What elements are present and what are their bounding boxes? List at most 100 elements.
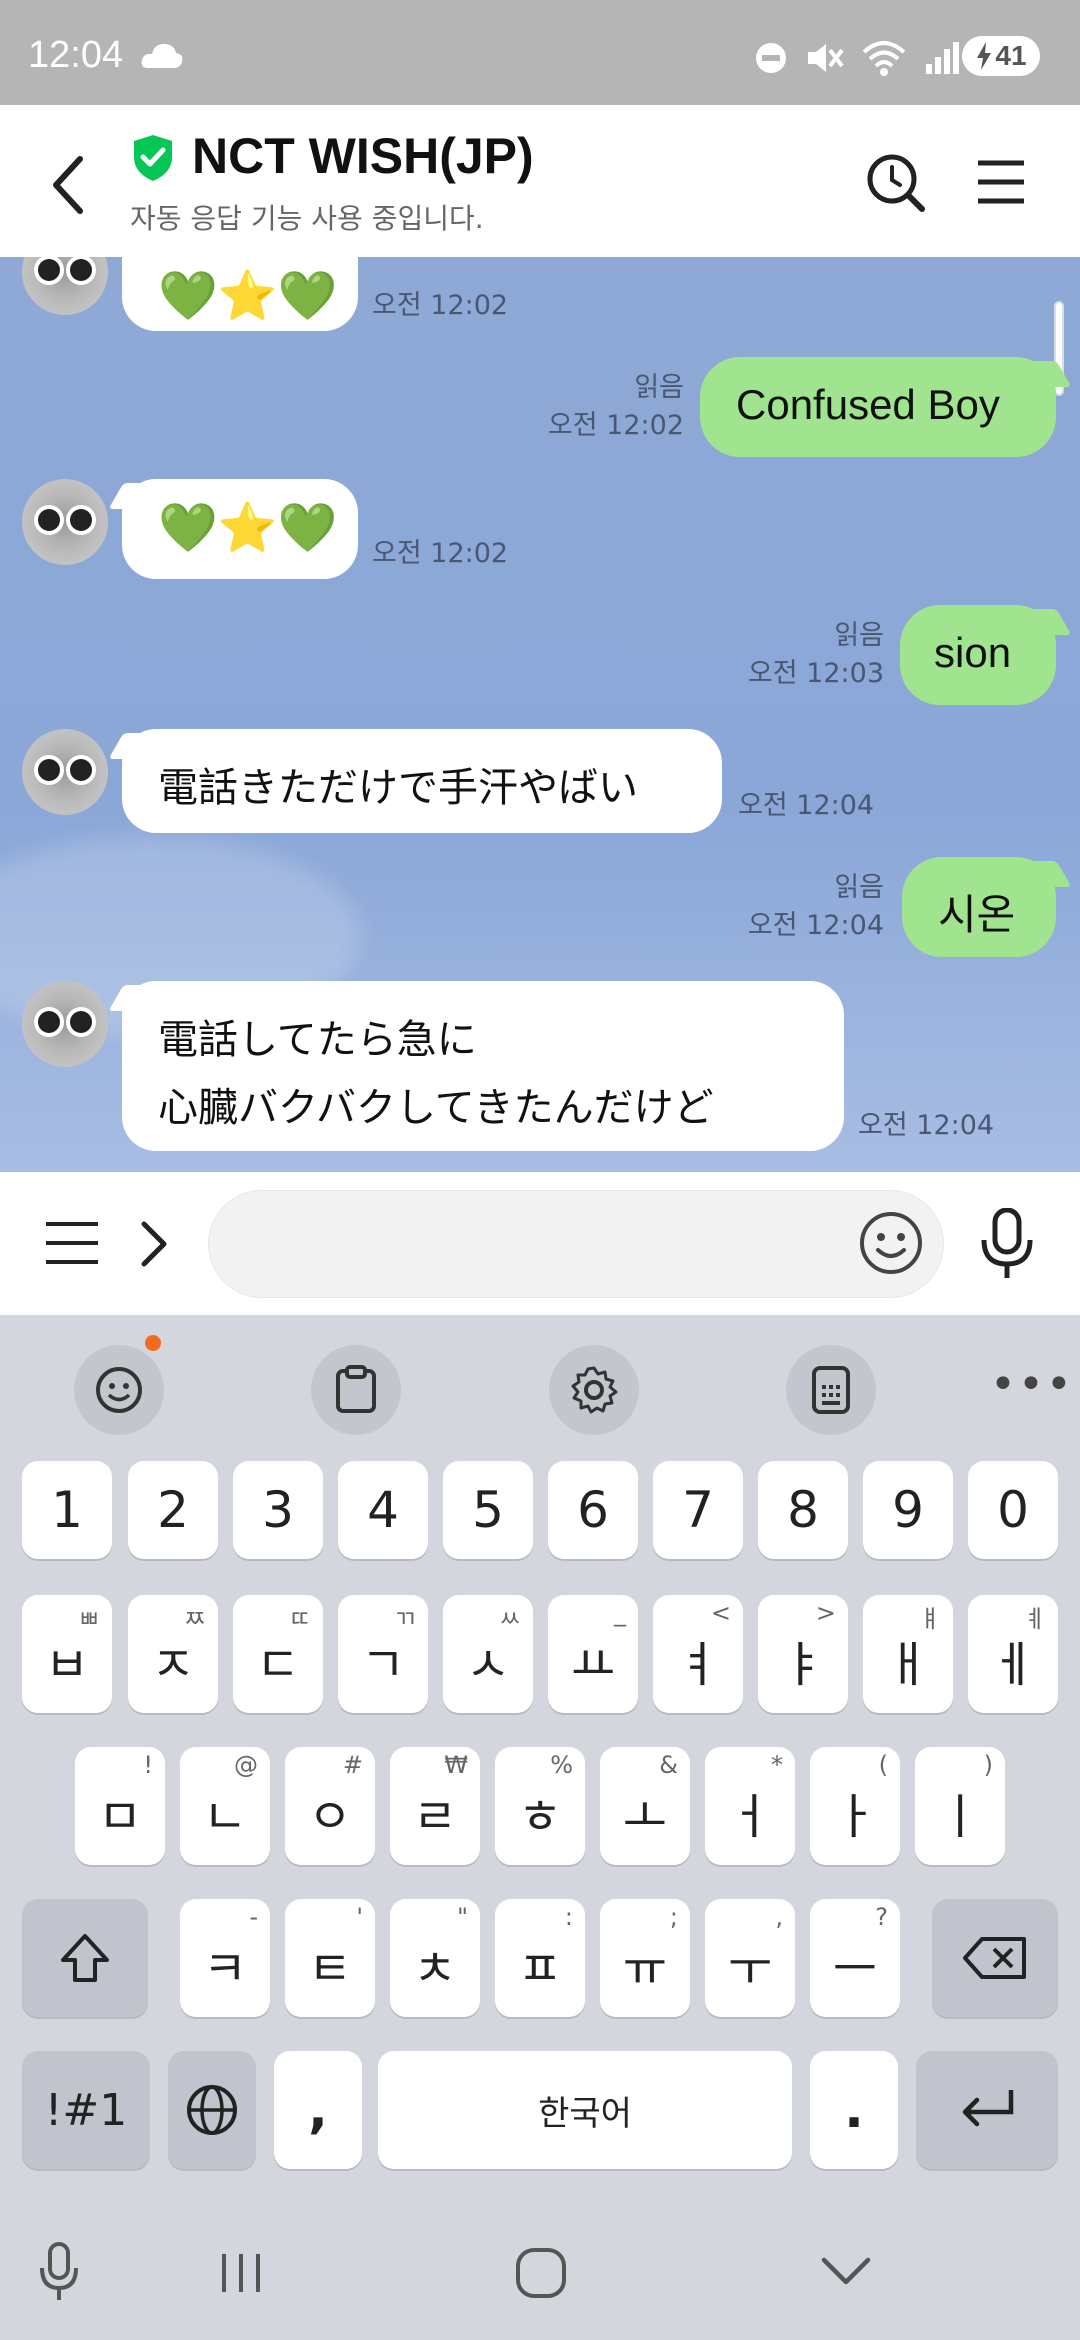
key-chieut[interactable]: " ㅊ xyxy=(390,1899,480,2017)
key-9[interactable]: 9 xyxy=(863,1461,953,1559)
key-yeo[interactable]: < ㅕ xyxy=(653,1595,743,1713)
message-time: 오전 12:02 xyxy=(547,410,684,441)
key-nieun[interactable]: @ ㄴ xyxy=(180,1747,270,1865)
key-rieul[interactable]: ₩ ㄹ xyxy=(390,1747,480,1865)
sender-avatar[interactable] xyxy=(22,981,108,1067)
more-options-icon[interactable]: ••• xyxy=(990,1359,1074,1410)
key-a[interactable]: (ㅏ xyxy=(810,1747,900,1865)
home-icon[interactable] xyxy=(514,2246,568,2300)
key-1[interactable]: 1 xyxy=(22,1461,112,1559)
enter-key[interactable] xyxy=(916,2051,1058,2169)
read-receipt: 읽음 xyxy=(834,620,884,651)
chat-message-list[interactable]: 💚⭐💚 오전 12:02 읽음 오전 12:02 Confused Boy 💚⭐… xyxy=(0,257,1080,1172)
microphone-icon[interactable] xyxy=(976,1208,1038,1280)
status-icons xyxy=(754,38,960,78)
key-jieut[interactable]: ㅉㅈ xyxy=(128,1595,218,1713)
key-4[interactable]: 4 xyxy=(338,1461,428,1559)
chevron-right-icon[interactable] xyxy=(134,1216,174,1272)
key-5[interactable]: 5 xyxy=(443,1461,533,1559)
shift-key[interactable] xyxy=(22,1899,148,2017)
comma-key[interactable]: , xyxy=(274,2051,362,2169)
battery-indicator: 41 xyxy=(962,36,1040,76)
key-0[interactable]: 0 xyxy=(968,1461,1058,1559)
key-u[interactable]: ,ㅜ xyxy=(705,1899,795,2017)
message-time: 오전 12:03 xyxy=(747,658,884,689)
message-bubble-outgoing[interactable]: sion xyxy=(900,605,1056,705)
key-7[interactable]: 7 xyxy=(653,1461,743,1559)
voice-input-icon[interactable] xyxy=(36,2242,82,2304)
cloud-notification-icon xyxy=(141,44,183,68)
key-tieut[interactable]: ' ㅌ xyxy=(285,1899,375,2017)
key-giyeok[interactable]: ㄲㄱ xyxy=(338,1595,428,1713)
key-yu[interactable]: ; ㅠ xyxy=(600,1899,690,2017)
message-bubble-outgoing[interactable]: Confused Boy xyxy=(700,357,1056,457)
key-bieup[interactable]: ㅃㅂ xyxy=(22,1595,112,1713)
message-bubble-incoming[interactable]: 💚⭐💚 xyxy=(122,257,358,331)
key-yo[interactable]: _ ㅛ xyxy=(548,1595,638,1713)
key-eu[interactable]: ? ㅡ xyxy=(810,1899,900,2017)
key-eo[interactable]: * ㅓ xyxy=(705,1747,795,1865)
key-o[interactable]: & ㅗ xyxy=(600,1747,690,1865)
sender-avatar[interactable] xyxy=(22,479,108,565)
key-i[interactable]: ) ㅣ xyxy=(915,1747,1005,1865)
kb-one-handed-button[interactable] xyxy=(786,1345,876,1435)
recent-apps-icon[interactable] xyxy=(216,2250,266,2296)
sender-avatar[interactable] xyxy=(22,257,108,315)
key-hieut[interactable]: % ㅎ xyxy=(495,1747,585,1865)
status-bar: 12:04 41 xyxy=(0,0,1080,105)
charging-icon xyxy=(977,42,992,70)
key-pieup[interactable]: :ㅍ xyxy=(495,1899,585,2017)
key-2[interactable]: 2 xyxy=(128,1461,218,1559)
message-time: 오전 12:02 xyxy=(372,290,509,321)
hamburger-menu-icon[interactable] xyxy=(974,155,1028,209)
read-receipt: 읽음 xyxy=(634,372,684,403)
back-arrow-icon[interactable] xyxy=(40,145,100,225)
backspace-icon xyxy=(963,1937,1026,1979)
backspace-key[interactable] xyxy=(932,1899,1058,2017)
attachments-menu-icon[interactable] xyxy=(44,1218,100,1268)
kb-settings-button[interactable] xyxy=(549,1345,639,1435)
hide-keyboard-icon[interactable] xyxy=(818,2252,874,2292)
key-digeut[interactable]: ㄸㄷ xyxy=(233,1595,323,1713)
key-8[interactable]: 8 xyxy=(758,1461,848,1559)
gear-icon xyxy=(571,1366,618,1414)
symbols-key[interactable]: !#1 xyxy=(22,2051,150,2169)
keypad-icon xyxy=(812,1366,850,1414)
cell-signal-icon xyxy=(926,42,959,74)
space-key[interactable]: 한국어 xyxy=(378,2051,792,2169)
wifi-icon xyxy=(862,41,906,76)
key-mieum[interactable]: ! ㅁ xyxy=(75,1747,165,1865)
battery-level: 41 xyxy=(995,40,1027,71)
kb-emoji-button[interactable] xyxy=(74,1345,164,1435)
status-time: 12:04 xyxy=(28,34,124,76)
message-input[interactable] xyxy=(208,1190,944,1298)
key-ieung[interactable]: # ㅇ xyxy=(285,1747,375,1865)
period-key[interactable]: . xyxy=(810,2051,898,2169)
emoji-icon xyxy=(96,1367,142,1413)
chat-subtitle: 자동 응답 기능 사용 중입니다. xyxy=(130,202,484,235)
message-bubble-incoming[interactable]: 電話してたら急に 心臓バクバクしてきたんだけど xyxy=(122,981,844,1151)
message-bubble-outgoing[interactable]: 시온 xyxy=(902,857,1056,957)
key-ae[interactable]: ㅒㅐ xyxy=(863,1595,953,1713)
message-bubble-incoming[interactable]: 電話きただけで手汗やばい xyxy=(122,729,722,833)
read-receipt: 읽음 xyxy=(834,872,884,903)
message-bubble-incoming[interactable]: 💚⭐💚 xyxy=(122,479,358,579)
message-input-bar xyxy=(0,1172,1080,1315)
key-ya[interactable]: > ㅑ xyxy=(758,1595,848,1713)
search-history-icon[interactable] xyxy=(862,149,928,215)
emoji-icon[interactable] xyxy=(858,1210,924,1276)
kb-clipboard-button[interactable] xyxy=(311,1345,401,1435)
key-e[interactable]: ㅖㅔ xyxy=(968,1595,1058,1713)
message-time: 오전 12:04 xyxy=(747,910,884,941)
chat-header: NCT WISH(JP) 자동 응답 기능 사용 중입니다. xyxy=(0,105,1080,257)
clipboard-icon xyxy=(336,1365,376,1413)
message-time: 오전 12:04 xyxy=(738,790,875,821)
key-3[interactable]: 3 xyxy=(233,1461,323,1559)
keyboard: ••• 1 2 3 4 5 6 7 8 9 0 ㅃㅂ ㅉㅈ ㄸㄷ ㄲㄱ ㅆㅅ _… xyxy=(0,1315,1080,2210)
message-time: 오전 12:02 xyxy=(372,538,509,569)
sender-avatar[interactable] xyxy=(22,729,108,815)
key-6[interactable]: 6 xyxy=(548,1461,638,1559)
key-kieuk[interactable]: -ㅋ xyxy=(180,1899,270,2017)
language-key[interactable] xyxy=(168,2051,256,2169)
key-siot[interactable]: ㅆㅅ xyxy=(443,1595,533,1713)
